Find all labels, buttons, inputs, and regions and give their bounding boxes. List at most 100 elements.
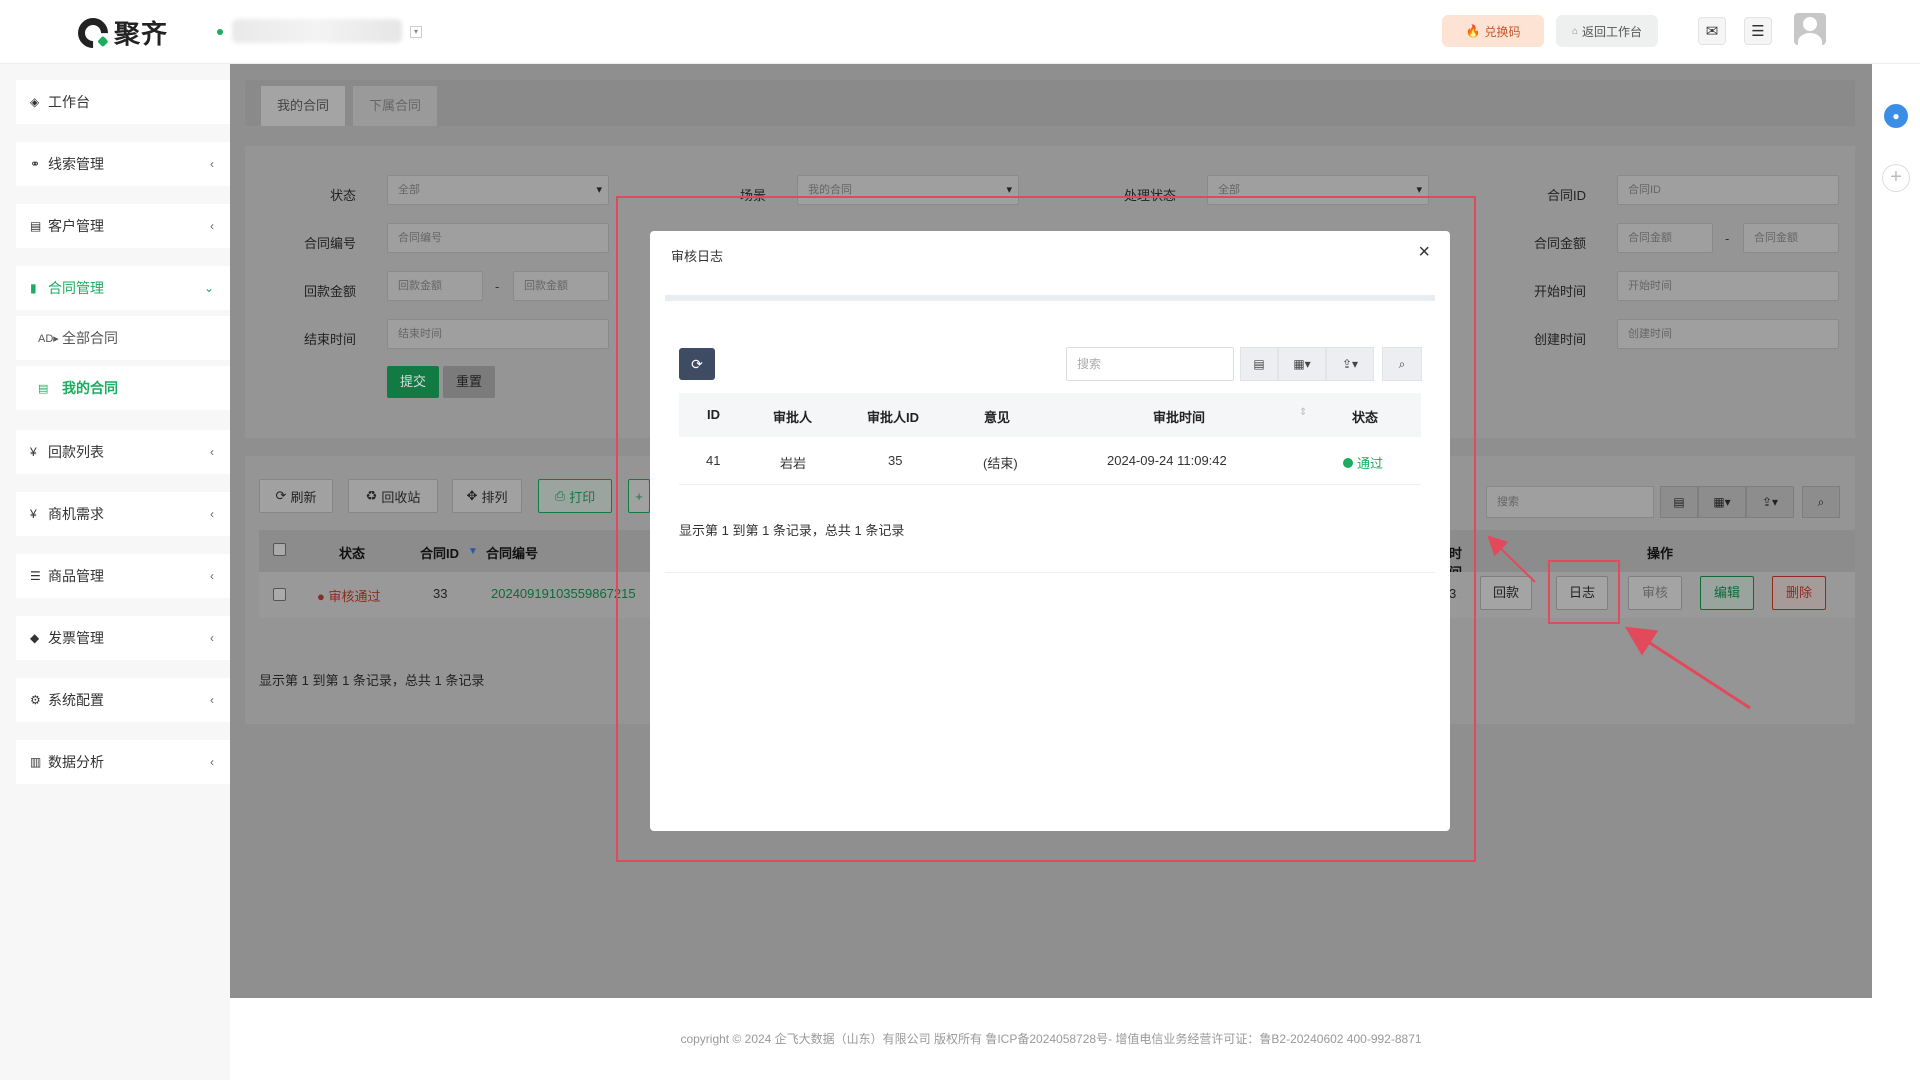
refresh-button[interactable]: ⟳ 刷新: [259, 479, 333, 513]
org-name-blurred[interactable]: [232, 19, 402, 43]
sidebar-item-contracts[interactable]: ▮ 合同管理 ⌄: [16, 266, 230, 310]
modal-columns-icon[interactable]: ▦▾: [1278, 347, 1326, 381]
status-label: 状态: [329, 188, 356, 203]
sidebar-item-analytics[interactable]: ▥ 数据分析 ‹: [16, 740, 230, 784]
back-to-workbench-button[interactable]: ⌂ 返回工作台: [1556, 15, 1658, 47]
yen-icon: ¥: [30, 507, 37, 521]
logo-icon: [71, 11, 115, 54]
col-status: 状态: [1352, 410, 1379, 425]
end-time-label: 结束时间: [303, 332, 356, 347]
reset-button[interactable]: 重置: [443, 366, 495, 398]
col-contract-id[interactable]: 合同ID: [420, 543, 459, 562]
col-approve-time[interactable]: 审批时间: [1153, 407, 1205, 426]
sidebar-item-products[interactable]: ☰ 商品管理 ‹: [16, 554, 230, 598]
submit-button[interactable]: 提交: [387, 366, 439, 398]
avatar[interactable]: [1794, 13, 1826, 45]
sidebar-item-label: 合同管理: [48, 280, 104, 296]
search-icon[interactable]: ⌕: [1802, 486, 1840, 518]
menu-icon[interactable]: ☰: [1744, 17, 1772, 45]
sidebar-item-opportunities[interactable]: ¥ 商机需求 ‹: [16, 492, 230, 536]
contract-id-input[interactable]: 合同ID: [1617, 175, 1839, 205]
modal-list-view-icon[interactable]: ▤: [1240, 347, 1278, 381]
chevron-left-icon: ‹: [210, 507, 214, 521]
sidebar-item-label: 商品管理: [48, 568, 104, 584]
create-time-input[interactable]: 创建时间: [1617, 319, 1839, 349]
row-opinion: (结束): [983, 456, 1018, 471]
fire-icon: 🔥: [1465, 24, 1481, 38]
logo-text: 聚齐: [114, 19, 169, 49]
modal-refresh-icon[interactable]: ⟳: [679, 348, 715, 380]
col-operations: 操作: [1647, 546, 1674, 561]
sidebar-item-label: 线索管理: [48, 156, 104, 172]
col-approver-id: 审批人ID: [867, 410, 920, 425]
sidebar-item-invoices[interactable]: ◆ 发票管理 ‹: [16, 616, 230, 660]
top-bar: 聚齐 ▾ 🔥 兑换码 ⌂ 返回工作台 ✉ ☰: [0, 0, 1920, 64]
chevron-left-icon: ‹: [210, 755, 214, 769]
modal-search-icon[interactable]: ⌕: [1382, 347, 1422, 381]
list-view-icon[interactable]: ▤: [1660, 486, 1698, 518]
status-select[interactable]: 全部: [387, 175, 609, 205]
sidebar-item-label: 数据分析: [48, 754, 104, 770]
sort-desc-icon[interactable]: ▼: [468, 546, 478, 557]
sidebar-item-settings[interactable]: ⚙ 系统配置 ‹: [16, 678, 230, 722]
col-status: 状态: [339, 546, 366, 561]
yen-icon: ¥: [30, 445, 37, 459]
sidebar-item-leads[interactable]: ⚭ 线索管理 ‹: [16, 142, 230, 186]
sidebar-item-label: 商机需求: [48, 506, 104, 522]
list-search-input[interactable]: 搜索: [1486, 486, 1654, 518]
col-id: ID: [707, 407, 720, 422]
payment-amount-min-input[interactable]: 回款金额: [387, 271, 483, 301]
row-id: 41: [706, 453, 721, 468]
modal-search-input[interactable]: 搜索: [1066, 347, 1234, 381]
tab-my-contracts[interactable]: 我的合同: [261, 86, 346, 126]
modal-export-icon[interactable]: ⇪▾: [1326, 347, 1374, 381]
page-footer: copyright © 2024 企飞大数据（山东）有限公司 版权所有 鲁ICP…: [230, 998, 1872, 1080]
list-icon: ☰: [30, 569, 41, 583]
refresh-label: 刷新: [290, 489, 317, 505]
sidebar-item-customers[interactable]: ▤ 客户管理 ‹: [16, 204, 230, 248]
select-all-checkbox[interactable]: [273, 543, 286, 556]
start-time-input[interactable]: 开始时间: [1617, 271, 1839, 301]
range-dash: -: [495, 279, 500, 294]
contract-amount-min-input[interactable]: 合同金额: [1617, 223, 1713, 253]
payment-button[interactable]: 回款: [1480, 576, 1532, 610]
edit-button[interactable]: 编辑: [1700, 576, 1754, 610]
redeem-code-button[interactable]: 🔥 兑换码: [1442, 15, 1544, 47]
contract-tabs: 我的合同 下属合同: [245, 80, 1855, 126]
mail-icon[interactable]: ✉: [1698, 17, 1726, 45]
sort-button[interactable]: ✥ 排列: [452, 479, 522, 513]
sort-label: 排列: [481, 489, 508, 505]
sidebar-item-workbench[interactable]: ◈ 工作台: [16, 80, 230, 124]
row-approver-id: 35: [888, 453, 903, 468]
contract-amount-max-input[interactable]: 合同金额: [1743, 223, 1839, 253]
audit-button[interactable]: 审核: [1628, 576, 1682, 610]
col-approver: 审批人: [773, 410, 813, 425]
chat-icon[interactable]: ●: [1884, 104, 1908, 128]
contract-no-input[interactable]: 合同编号: [387, 223, 609, 253]
org-dropdown-icon[interactable]: ▾: [410, 26, 422, 38]
columns-icon[interactable]: ▦▾: [1698, 486, 1746, 518]
recycle-bin-button[interactable]: ♻ 回收站: [348, 479, 438, 513]
tab-subordinate-contracts[interactable]: 下属合同: [353, 86, 438, 126]
plus-icon[interactable]: +: [1882, 164, 1910, 192]
sidebar-subitem-all-contracts[interactable]: AD▸ 全部合同: [16, 316, 230, 360]
sidebar-item-payments[interactable]: ¥ 回款列表 ‹: [16, 430, 230, 474]
sort-both-icon[interactable]: ⇕: [1299, 407, 1307, 418]
bar-chart-icon: ▥: [30, 755, 42, 769]
sidebar-subitem-my-contracts[interactable]: ▤ 我的合同: [16, 366, 230, 410]
chevron-left-icon: ‹: [210, 219, 214, 233]
modal-divider: [665, 572, 1435, 573]
export-icon[interactable]: ⇪▾: [1746, 486, 1794, 518]
logo[interactable]: 聚齐: [71, 11, 169, 54]
print-button[interactable]: ⎙ 打印: [538, 479, 612, 513]
row-checkbox[interactable]: [273, 588, 286, 601]
row-approve-time: 2024-09-24 11:09:42: [1107, 453, 1227, 468]
end-time-input[interactable]: 结束时间: [387, 319, 609, 349]
close-icon[interactable]: ×: [1418, 241, 1430, 264]
contract-id-label: 合同ID: [1546, 188, 1586, 203]
sidebar-subitem-label: 我的合同: [62, 380, 118, 396]
modal-progress-bar: [665, 295, 1435, 301]
payment-amount-max-input[interactable]: 回款金额: [513, 271, 609, 301]
delete-button[interactable]: 删除: [1772, 576, 1826, 610]
chevron-left-icon: ‹: [210, 569, 214, 583]
